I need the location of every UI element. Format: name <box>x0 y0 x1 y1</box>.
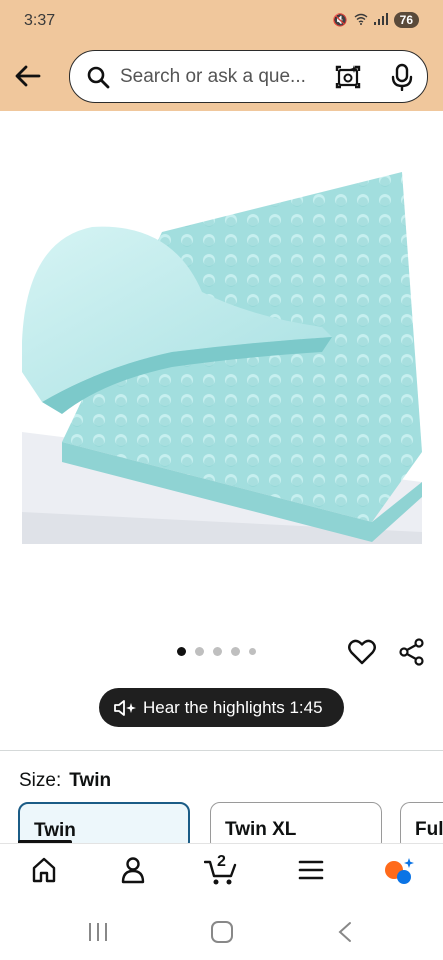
home-icon <box>32 857 56 883</box>
back-button[interactable] <box>12 60 44 92</box>
size-selected-value: Twin <box>69 770 112 791</box>
nav-account[interactable] <box>119 856 147 889</box>
battery-badge: 76 <box>393 12 419 28</box>
hear-highlights-button[interactable]: Hear the highlights 1:45 <box>99 688 344 727</box>
wifi-icon <box>354 13 368 28</box>
pagination-dot[interactable] <box>213 647 222 656</box>
arrow-left-icon <box>15 65 41 87</box>
microphone-icon[interactable] <box>390 63 414 91</box>
pagination-dot[interactable] <box>249 648 256 655</box>
recent-apps-icon[interactable] <box>87 922 109 942</box>
status-time: 3:37 <box>24 12 56 29</box>
wishlist-button[interactable] <box>348 639 376 670</box>
size-option-label: Twin <box>34 820 76 841</box>
nav-rufus[interactable] <box>382 856 416 891</box>
system-navigation-bar <box>0 900 443 960</box>
pagination-dot[interactable] <box>177 647 186 656</box>
speaker-sparkle-icon <box>114 699 136 716</box>
app-header: 3:37 🔇 76 <box>0 0 443 111</box>
nav-cart[interactable]: 2 <box>203 853 238 891</box>
rufus-icon <box>385 858 414 884</box>
size-option-label: Ful <box>415 819 443 840</box>
nav-menu[interactable] <box>297 856 325 889</box>
image-pagination <box>177 647 256 656</box>
account-icon <box>121 857 145 884</box>
pagination-dot[interactable] <box>231 647 240 656</box>
size-label: Size: <box>19 770 62 791</box>
share-icon <box>399 638 424 666</box>
product-image[interactable] <box>21 152 422 544</box>
signal-icon <box>373 12 388 28</box>
back-nav-icon[interactable] <box>337 921 353 943</box>
share-button[interactable] <box>398 638 426 671</box>
section-divider <box>0 750 443 751</box>
search-bar[interactable] <box>69 50 428 103</box>
status-icons: 🔇 76 <box>333 12 419 28</box>
camera-lens-icon[interactable] <box>334 63 362 91</box>
size-option-label: Twin XL <box>225 819 297 840</box>
search-input[interactable] <box>120 63 320 91</box>
nav-home[interactable] <box>30 856 58 889</box>
pagination-dot[interactable] <box>195 647 204 656</box>
home-button-icon[interactable] <box>210 921 234 943</box>
hear-highlights-label: Hear the highlights 1:45 <box>143 697 323 717</box>
menu-icon <box>298 860 324 880</box>
cart-count: 2 <box>217 853 226 870</box>
mute-icon: 🔇 <box>332 13 348 27</box>
heart-icon <box>348 639 376 665</box>
size-selector-header: Size: Twin <box>19 770 111 792</box>
search-icon <box>87 66 110 89</box>
foam-topper-image <box>21 152 422 544</box>
bottom-navigation: 2 <box>0 843 443 900</box>
